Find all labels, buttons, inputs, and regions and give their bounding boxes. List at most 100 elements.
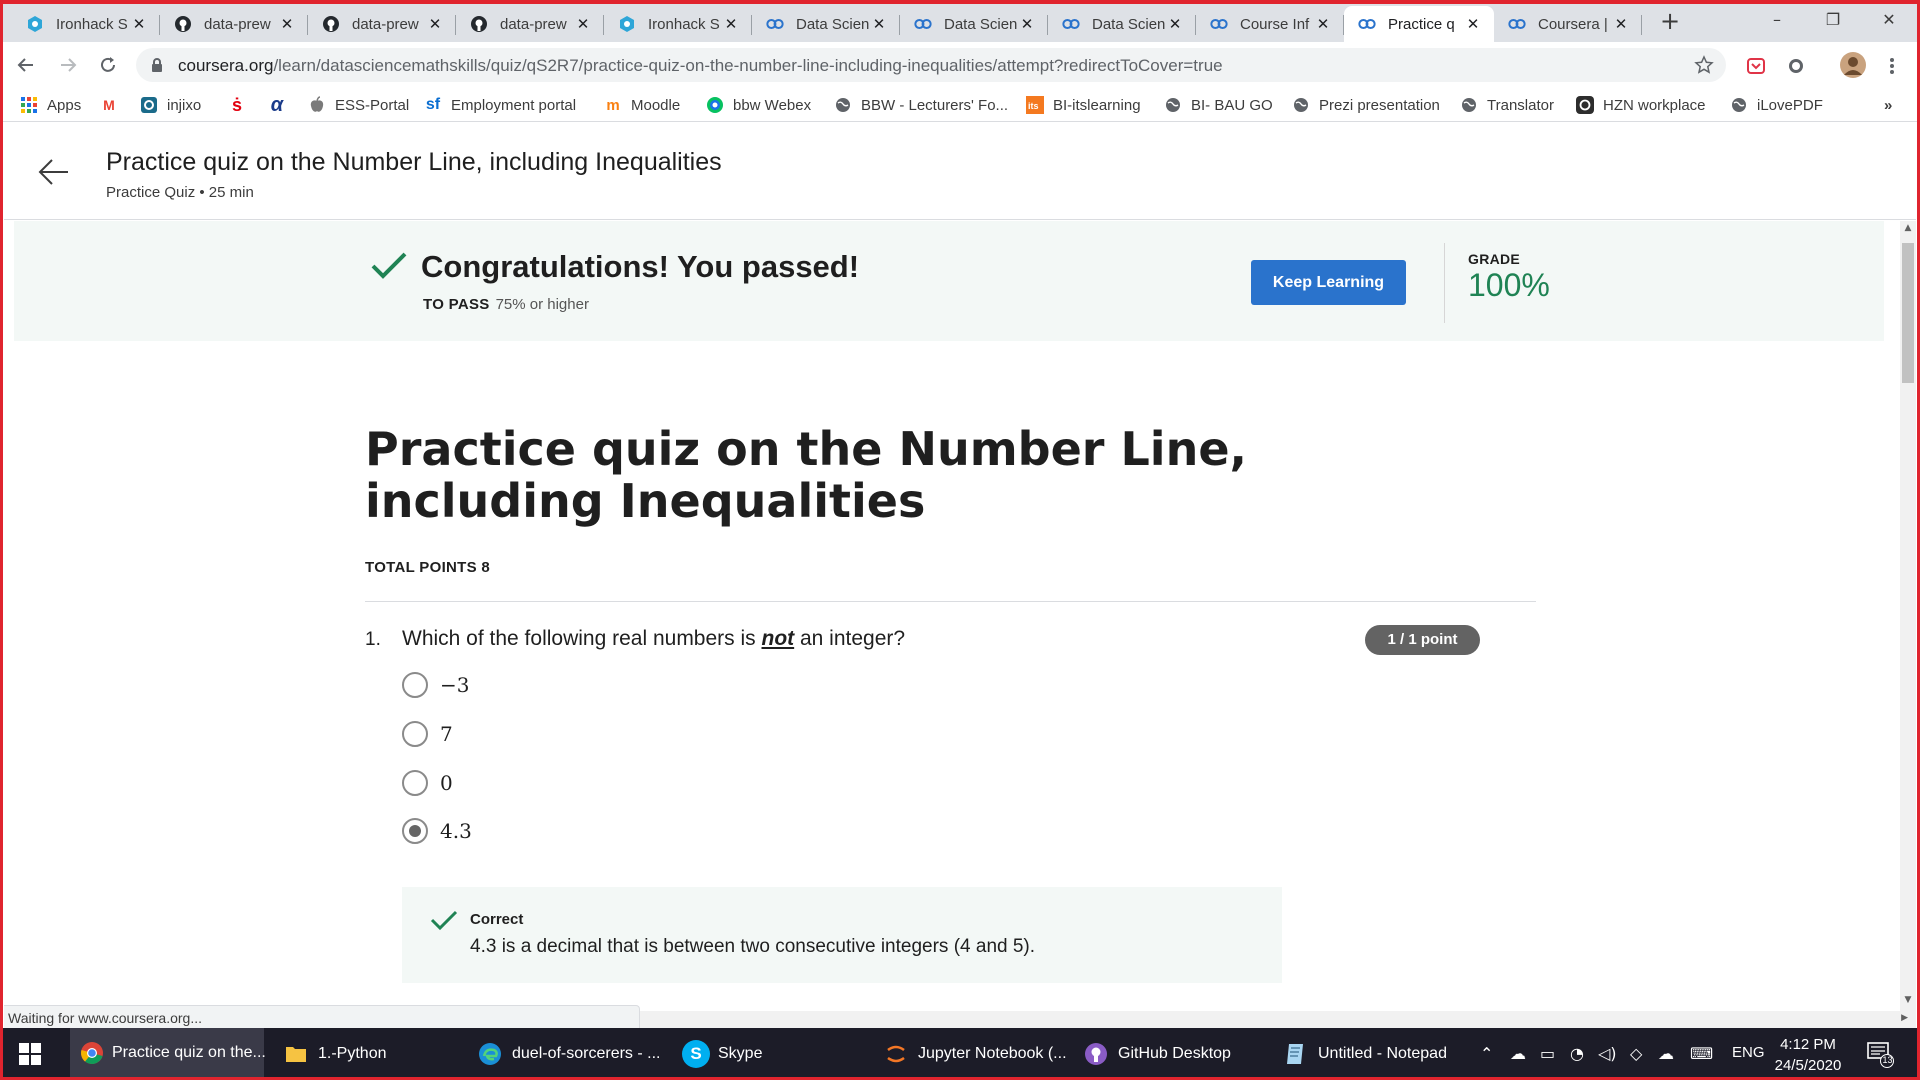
tab-close-icon[interactable]: ✕ <box>278 15 296 33</box>
browser-tab[interactable]: data-prew ✕ <box>308 6 456 42</box>
question-number: 1. <box>365 629 381 650</box>
bookmark-translator[interactable]: Translator <box>1460 94 1554 116</box>
browser-tab[interactable]: Ironhack S ✕ <box>12 6 160 42</box>
wifi-icon[interactable]: ◔ <box>1570 1044 1584 1063</box>
bookmarks-overflow-icon[interactable]: » <box>1884 94 1892 116</box>
answer-option[interactable]: −3 <box>402 670 469 700</box>
radio-button[interactable] <box>402 770 428 796</box>
radio-button-checked[interactable] <box>402 818 428 844</box>
answer-option[interactable]: 7 <box>402 719 453 749</box>
scroll-up-icon[interactable]: ▲ <box>1900 223 1916 237</box>
bookmark-hzn-workplace[interactable]: HZN workplace <box>1576 94 1706 116</box>
webex-icon <box>706 96 724 114</box>
keyboard-icon[interactable]: ⌨ <box>1690 1044 1713 1063</box>
globe-icon <box>1730 96 1748 114</box>
bookmark-star-icon[interactable] <box>1694 55 1714 80</box>
bookmark-bi-bau-go[interactable]: BI- BAU GO <box>1164 94 1273 116</box>
pocket-extension-icon[interactable] <box>1744 54 1768 78</box>
apps-grid-icon <box>20 96 38 114</box>
gmail-icon: M <box>103 97 115 113</box>
back-icon[interactable] <box>12 51 40 79</box>
bookmark-bbw-lecturers[interactable]: BBW - Lecturers' Fo... <box>834 94 1008 116</box>
volume-icon[interactable]: ◁) <box>1598 1044 1617 1063</box>
scrollbar-thumb[interactable] <box>1902 243 1914 383</box>
bookmark-ilovepdf[interactable]: iLovePDF <box>1730 94 1823 116</box>
scroll-down-icon[interactable]: ▼ <box>1900 995 1916 1009</box>
taskbar-item-chrome[interactable]: Practice quiz on the... <box>70 1028 266 1080</box>
tab-close-icon[interactable]: ✕ <box>870 15 888 33</box>
back-arrow-icon[interactable] <box>36 154 72 190</box>
browser-tab-active[interactable]: Practice q ✕ <box>1344 6 1494 42</box>
radio-button[interactable] <box>402 721 428 747</box>
divider <box>365 601 1536 602</box>
browser-tab[interactable]: Coursera | ✕ <box>1494 6 1642 42</box>
tray-chevron-up-icon[interactable]: ⌃ <box>1480 1044 1493 1063</box>
feedback-text: 4.3 is a decimal that is between two con… <box>470 936 1036 957</box>
browser-tab[interactable]: Data Scien ✕ <box>1048 6 1196 42</box>
main-content: Congratulations! You passed! TO PASS 75% … <box>4 221 1900 1011</box>
taskbar-item-github-desktop[interactable]: GitHub Desktop <box>1072 1028 1262 1080</box>
forward-icon[interactable] <box>54 51 82 79</box>
browser-tab[interactable]: Data Scien ✕ <box>752 6 900 42</box>
taskbar-item-edge[interactable]: duel-of-sorcerers - ... <box>466 1028 666 1080</box>
dropbox-icon[interactable]: ◇ <box>1630 1044 1642 1063</box>
tab-close-icon[interactable]: ✕ <box>130 15 148 33</box>
bookmark-prezi[interactable]: Prezi presentation <box>1292 94 1440 116</box>
system-clock[interactable]: 4:12 PM 24/5/2020 <box>1758 1034 1858 1076</box>
tab-close-icon[interactable]: ✕ <box>1018 15 1036 33</box>
notification-center-icon[interactable]: 13 <box>1866 1040 1896 1068</box>
address-bar[interactable]: coursera.org/learn/datasciencemathskills… <box>136 48 1726 82</box>
sparkasse-icon: ṡ <box>231 94 242 115</box>
bookmark-employment-portal[interactable]: sf Employment portal <box>424 94 576 116</box>
profile-avatar[interactable] <box>1838 50 1868 80</box>
bookmark-bbw-webex[interactable]: bbw Webex <box>706 94 811 116</box>
chrome-menu-icon[interactable] <box>1880 54 1904 78</box>
browser-tab[interactable]: Data Scien ✕ <box>900 6 1048 42</box>
browser-tab[interactable]: data-prew ✕ <box>160 6 308 42</box>
tab-close-icon[interactable]: ✕ <box>1166 15 1184 33</box>
bookmark-apps[interactable]: Apps <box>20 94 81 116</box>
bookmark-moodle[interactable]: m Moodle <box>604 94 680 116</box>
tab-close-icon[interactable]: ✕ <box>1612 15 1630 33</box>
tab-close-icon[interactable]: ✕ <box>1314 15 1332 33</box>
battery-icon[interactable]: ▭ <box>1540 1044 1555 1063</box>
browser-tab[interactable]: Course Inf ✕ <box>1196 6 1344 42</box>
tab-close-icon[interactable]: ✕ <box>1464 15 1482 33</box>
new-tab-plus-icon[interactable]: + <box>1656 8 1684 36</box>
keep-learning-button[interactable]: Keep Learning <box>1251 260 1406 305</box>
taskbar-item-explorer[interactable]: 1.-Python <box>272 1028 452 1080</box>
close-window-icon[interactable]: ✕ <box>1866 6 1912 34</box>
radio-button[interactable] <box>402 672 428 698</box>
vertical-scrollbar[interactable]: ▲ ▼ <box>1900 221 1916 1011</box>
bookmark-ess-portal[interactable]: ESS-Portal <box>308 94 409 116</box>
bookmark-sparkasse[interactable]: ṡ <box>228 94 255 116</box>
tab-close-icon[interactable]: ✕ <box>574 15 592 33</box>
tab-title: Ironhack S <box>56 15 128 33</box>
bookmark-alpha[interactable]: α <box>268 94 295 116</box>
url-text: coursera.org/learn/datasciencemathskills… <box>178 56 1223 75</box>
minimize-icon[interactable]: – <box>1754 6 1800 34</box>
extension-circle-icon[interactable] <box>1784 54 1808 78</box>
browser-tab[interactable]: Ironhack S ✕ <box>604 6 752 42</box>
restore-icon[interactable]: ❐ <box>1810 6 1856 34</box>
coursera-icon <box>1062 15 1080 33</box>
github-icon <box>174 15 192 33</box>
tab-close-icon[interactable]: ✕ <box>426 15 444 33</box>
answer-option[interactable]: 0 <box>402 768 453 798</box>
bookmark-bi-itslearning[interactable]: its BI-itslearning <box>1026 94 1141 116</box>
browser-tab[interactable]: data-prew ✕ <box>456 6 604 42</box>
taskbar-item-notepad[interactable]: Untitled - Notepad <box>1272 1028 1472 1080</box>
tab-close-icon[interactable]: ✕ <box>722 15 740 33</box>
windows-start-icon[interactable] <box>0 1028 60 1080</box>
reload-icon[interactable] <box>94 51 122 79</box>
taskbar-item-jupyter[interactable]: Jupyter Notebook (... <box>872 1028 1072 1080</box>
cloud-upload-icon[interactable]: ☁ <box>1658 1044 1674 1063</box>
alpha-icon: α <box>270 93 284 116</box>
bookmark-gmail[interactable]: M <box>100 94 127 116</box>
sf-icon: sf <box>425 96 441 113</box>
bookmark-injixo[interactable]: injixo <box>140 94 201 116</box>
onedrive-cloud-icon[interactable]: ☁ <box>1510 1044 1526 1063</box>
answer-option-selected[interactable]: 4.3 <box>402 816 472 846</box>
taskbar-item-skype[interactable]: S Skype <box>672 1028 852 1080</box>
scroll-right-icon[interactable]: ▶ <box>1901 1013 1908 1023</box>
